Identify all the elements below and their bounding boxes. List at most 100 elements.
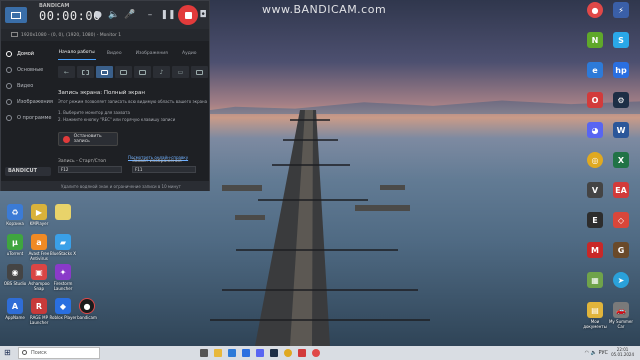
sidebar-item-home[interactable]: Домой bbox=[1, 46, 55, 62]
audio-mode-button[interactable]: ♪ bbox=[153, 66, 170, 78]
volume-icon: 🔈 bbox=[590, 350, 597, 356]
bandicam-watermark: www.BANDICAM.com bbox=[262, 3, 387, 16]
minecraft-icon: ▦ bbox=[587, 272, 603, 288]
desktop-icon[interactable]: 🚗 My Summer Car bbox=[606, 302, 636, 329]
mode-description: Этот режим позволяет записать всю видиму… bbox=[58, 99, 208, 104]
desktop-icon[interactable]: hp bbox=[606, 62, 636, 78]
screen-mode-button[interactable] bbox=[5, 7, 27, 23]
store-icon[interactable] bbox=[242, 349, 250, 357]
obs-icon: ◉ bbox=[7, 264, 23, 280]
record-icon bbox=[63, 135, 70, 143]
audio-icon: ♪ bbox=[159, 68, 164, 76]
steam-icon[interactable] bbox=[270, 349, 278, 357]
bandicam-footer[interactable]: Удалите водяной знак и ограничение запис… bbox=[1, 181, 209, 191]
bandicam-icon: ● bbox=[587, 2, 603, 18]
launcher-icon: ✦ bbox=[55, 264, 71, 280]
kmplayer-icon: ▶ bbox=[31, 204, 47, 220]
word-icon: W bbox=[613, 122, 629, 138]
windows-start-icon[interactable]: ⊞ bbox=[4, 349, 12, 357]
desktop-icon[interactable]: ⚡ bbox=[606, 2, 636, 18]
steps-list: 1. Выберите монитор для захвата 2. Нажми… bbox=[58, 110, 208, 122]
desktop-icon[interactable]: ➤ bbox=[606, 272, 636, 288]
mode-title: Запись экрана: Полный экран bbox=[58, 90, 145, 96]
chrome-icon: ◎ bbox=[587, 152, 603, 168]
rectangle-mode-button[interactable] bbox=[77, 66, 94, 78]
home-icon bbox=[6, 51, 12, 57]
microphone-icon[interactable]: 🎤 bbox=[121, 7, 139, 23]
tab-images[interactable]: Изображения bbox=[133, 46, 171, 60]
clock[interactable]: 22:01 05.01.2024 bbox=[611, 347, 634, 357]
info-icon bbox=[6, 115, 12, 121]
stop-icon bbox=[184, 11, 192, 19]
chrome-icon[interactable] bbox=[284, 349, 292, 357]
desktop-icon[interactable]: W bbox=[606, 122, 636, 138]
folder-icon bbox=[55, 204, 71, 220]
hp-icon: hp bbox=[613, 62, 629, 78]
discord-icon: ◕ bbox=[587, 122, 603, 138]
discord-icon[interactable] bbox=[256, 349, 264, 357]
search-input[interactable]: Поиск bbox=[18, 347, 100, 359]
desktop-icon[interactable]: S bbox=[606, 32, 636, 48]
video-icon bbox=[6, 83, 12, 89]
sidebar-item-general[interactable]: Основные bbox=[1, 62, 55, 78]
fullscreen-mode-button[interactable] bbox=[96, 66, 113, 78]
system-tray-icons[interactable]: ◠ 🔈 РУС bbox=[585, 350, 608, 356]
desktop-icon[interactable]: ✦ Firestorm Launcher bbox=[48, 264, 78, 291]
tab-audio[interactable]: Аудио bbox=[171, 46, 209, 60]
sidebar-item-about[interactable]: О программе bbox=[1, 110, 55, 126]
bandicam-sidebar: Домой Основные Видео Изображения О прогр… bbox=[1, 46, 55, 176]
opera-icon: O bbox=[587, 92, 603, 108]
minimize-button[interactable]: – bbox=[141, 7, 159, 23]
desktop-icon[interactable]: ◇ bbox=[606, 212, 636, 228]
gta-icon: V bbox=[587, 182, 603, 198]
roblox-icon: ◆ bbox=[55, 298, 71, 314]
desktop-icon[interactable] bbox=[48, 204, 78, 220]
bandicut-promo[interactable]: BANDICUT bbox=[5, 167, 51, 176]
sidebar-item-images[interactable]: Изображения bbox=[1, 94, 55, 110]
cursor-area-icon bbox=[120, 69, 127, 75]
camera-icon[interactable]: ◘ bbox=[197, 7, 209, 23]
image-icon bbox=[6, 99, 12, 105]
hotkey-record: Запись - Старт/Стоп F12 bbox=[58, 159, 126, 173]
hotkey-capture-field[interactable]: F11 bbox=[132, 166, 196, 173]
language-indicator: РУС bbox=[598, 350, 608, 356]
hotkey-record-field[interactable]: F12 bbox=[58, 166, 122, 173]
hdmi-mode-button[interactable] bbox=[191, 66, 208, 78]
task-view-icon[interactable] bbox=[200, 349, 208, 357]
documents-icon: ▤ bbox=[587, 302, 603, 318]
bandicam-icon[interactable] bbox=[312, 349, 320, 357]
desktop-icon[interactable]: EA bbox=[606, 182, 636, 198]
desktop-icon[interactable]: X bbox=[606, 152, 636, 168]
desktop-icon[interactable]: ● bandicam bbox=[72, 298, 102, 320]
steam-icon: ⚙ bbox=[613, 92, 629, 108]
game-mode-button[interactable] bbox=[134, 66, 151, 78]
back-button[interactable]: ← bbox=[58, 66, 75, 78]
tab-video[interactable]: Видео bbox=[96, 46, 134, 60]
desktop-icon[interactable]: ▰ BlueStacks X bbox=[48, 234, 78, 256]
stop-recording-button[interactable]: Остановить запись bbox=[58, 132, 118, 146]
bandicam-icon: ● bbox=[79, 298, 95, 314]
sidebar-item-video[interactable]: Видео bbox=[1, 78, 55, 94]
stop-record-button[interactable] bbox=[178, 5, 198, 25]
bandicam-main-panel: Начало работы Видео Изображения Аудио ← … bbox=[58, 46, 208, 178]
msi-icon: M bbox=[587, 242, 603, 258]
edge-icon[interactable] bbox=[228, 349, 236, 357]
desktop-icon[interactable]: ⚙ bbox=[606, 92, 636, 108]
bluestacks-icon: ▰ bbox=[55, 234, 71, 250]
snap-icon: ▣ bbox=[31, 264, 47, 280]
gear-icon bbox=[6, 67, 12, 73]
device-mode-button[interactable]: ▭ bbox=[172, 66, 189, 78]
opera-icon[interactable] bbox=[298, 349, 306, 357]
tab-getting-started[interactable]: Начало работы bbox=[58, 46, 96, 60]
capture-mode-bar: ← ♪ ▭ bbox=[58, 66, 208, 78]
file-explorer-icon[interactable] bbox=[214, 349, 222, 357]
mouse-area-mode-button[interactable] bbox=[115, 66, 132, 78]
monitor-icon bbox=[11, 32, 18, 37]
capture-region-status: 1920x1080 - (0, 0), (1920, 1080) - Monit… bbox=[1, 29, 209, 41]
pause-button[interactable]: ❚❚ bbox=[159, 7, 177, 23]
game-window-icon bbox=[139, 69, 146, 75]
rectangle-icon bbox=[82, 69, 89, 75]
desktop-icon[interactable]: G bbox=[606, 242, 636, 258]
network-icon: ◠ bbox=[584, 350, 590, 356]
clock-date: 05.01.2024 bbox=[611, 352, 634, 357]
